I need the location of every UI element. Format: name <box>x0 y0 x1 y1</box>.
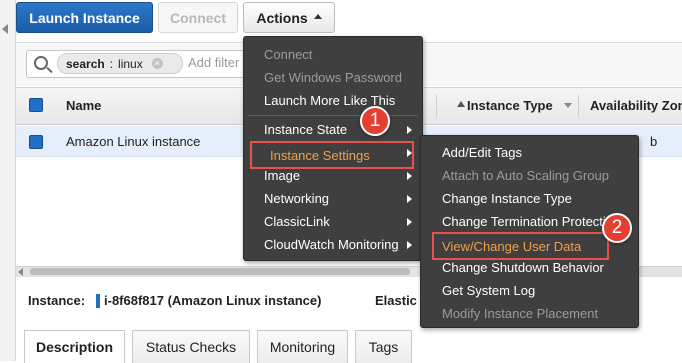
instance-id: i-8f68f817 (Amazon Linux instance) <box>104 293 322 308</box>
menu-item-label: CloudWatch Monitoring <box>264 237 399 252</box>
actions-label: Actions <box>256 9 308 26</box>
menu-item-connect: Connect <box>264 47 313 62</box>
connect-label: Connect <box>170 9 226 26</box>
elastic-ip-label: Elastic <box>375 293 417 308</box>
submenu-item-attach-auto-scaling: Attach to Auto Scaling Group <box>442 168 609 183</box>
menu-item-launch-more-like-this[interactable]: Launch More Like This <box>244 89 442 112</box>
menu-item-cloudwatch-monitoring[interactable]: CloudWatch Monitoring <box>244 233 442 256</box>
menu-item-networking[interactable]: Networking <box>244 187 442 210</box>
submenu-item-modify-instance-placement: Modify Instance Placement <box>442 306 599 321</box>
token-key: search <box>66 56 105 71</box>
filter-caret-icon[interactable] <box>564 103 572 108</box>
submenu-item-add-edit-tags[interactable]: Add/Edit Tags <box>421 141 659 164</box>
submenu-arrow-icon <box>407 172 412 180</box>
menu-item-classiclink[interactable]: ClassicLink <box>244 210 442 233</box>
tab-label: Monitoring <box>269 339 336 355</box>
menu-item-image[interactable]: Image <box>244 164 442 187</box>
column-header-availability-zone[interactable]: Availability Zone <box>590 98 682 113</box>
column-header-instance-type[interactable]: Instance Type <box>467 98 553 113</box>
column-header-name[interactable]: Name <box>66 98 101 113</box>
scroll-left-icon[interactable] <box>18 268 23 276</box>
collapse-panel-icon[interactable] <box>2 24 8 34</box>
sort-up-icon[interactable] <box>457 101 465 107</box>
connect-button[interactable]: Connect <box>158 2 238 33</box>
menu-item-get-windows-password: Get Windows Password <box>264 70 402 85</box>
launch-instance-label: Launch Instance <box>29 9 140 26</box>
tab-tags[interactable]: Tags <box>355 330 412 363</box>
callout-badge-1: 1 <box>360 106 390 136</box>
launch-instance-button[interactable]: Launch Instance <box>16 2 153 33</box>
search-placeholder: Add filter <box>188 55 240 70</box>
menu-item-label: Instance State <box>264 122 348 137</box>
token-close-icon[interactable]: × <box>151 58 163 69</box>
submenu-item-change-shutdown-behavior[interactable]: Change Shutdown Behavior <box>421 256 659 279</box>
search-filter-token[interactable]: search : linux × <box>57 53 183 74</box>
actions-menu: Connect Get Windows Password Launch More… <box>243 36 423 261</box>
row-checkbox[interactable] <box>29 135 43 149</box>
tab-label: Tags <box>368 339 399 355</box>
menu-item-instance-state[interactable]: Instance State <box>244 118 442 141</box>
menu-separator <box>248 115 418 116</box>
chevron-up-icon <box>313 14 322 19</box>
instance-label: Instance: <box>28 293 86 308</box>
tab-status-checks[interactable]: Status Checks <box>132 330 250 363</box>
submenu-arrow-icon <box>407 126 412 134</box>
actions-button[interactable]: Actions <box>243 2 335 33</box>
menu-item-label: Networking <box>264 191 330 206</box>
submenu-arrow-icon <box>407 195 412 203</box>
tab-label: Description <box>35 339 113 355</box>
row-name-cell: Amazon Linux instance <box>66 134 201 149</box>
menu-item-label: Instance Settings <box>270 147 370 163</box>
tab-label: Status Checks <box>145 339 237 355</box>
menu-item-label: Image <box>264 168 301 183</box>
callout-badge-2: 2 <box>602 213 632 243</box>
select-all-checkbox[interactable] <box>29 98 43 112</box>
instance-accent-bar <box>96 294 100 308</box>
token-separator: : <box>109 56 114 71</box>
menu-item-label: ClassicLink <box>264 214 330 229</box>
tab-monitoring[interactable]: Monitoring <box>257 330 348 363</box>
submenu-arrow-icon <box>407 218 412 226</box>
left-panel-edge <box>0 0 16 361</box>
submenu-arrow-icon <box>407 241 412 249</box>
column-divider <box>578 95 579 117</box>
scrollbar-thumb[interactable] <box>30 268 410 275</box>
submenu-item-get-system-log[interactable]: Get System Log <box>421 279 659 302</box>
submenu-arrow-icon <box>407 149 412 157</box>
token-value: linux <box>118 56 143 71</box>
tab-description[interactable]: Description <box>24 330 125 363</box>
submenu-item-change-instance-type[interactable]: Change Instance Type <box>421 187 659 210</box>
